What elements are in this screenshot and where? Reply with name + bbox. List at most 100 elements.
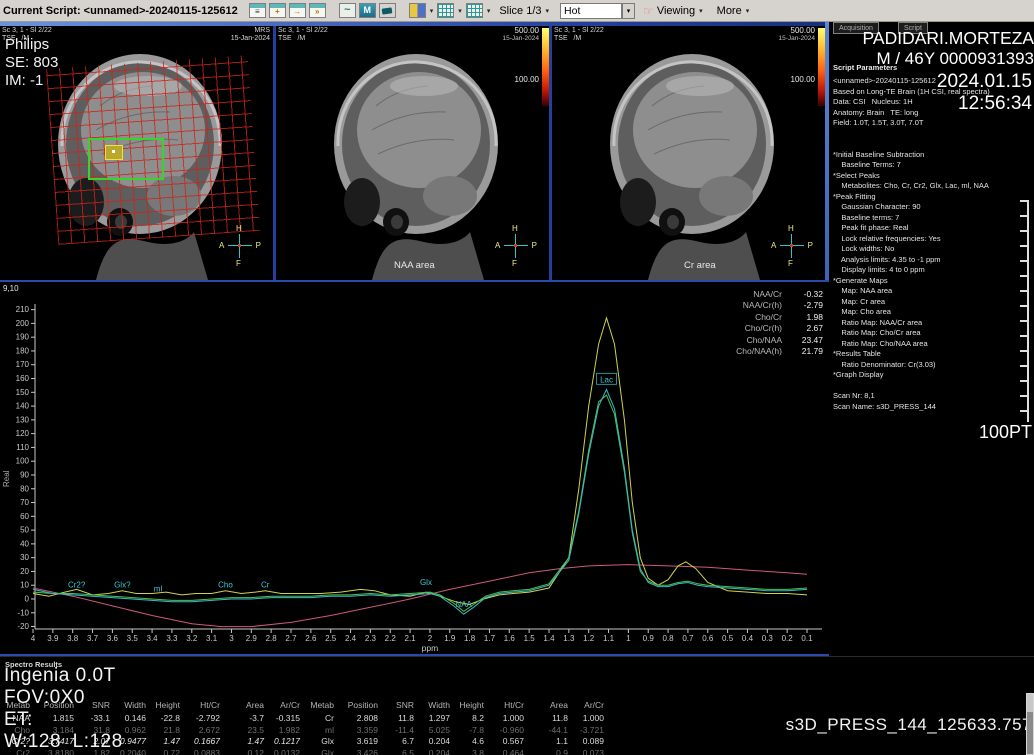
script-parameter-line: Map: Cho area	[833, 307, 1031, 318]
current-script-label: Current Script: <unnamed>-20240115-12561…	[3, 5, 246, 17]
image-layout-icon[interactable]	[437, 3, 454, 18]
x-tick-label: 2.9	[246, 634, 258, 643]
viewport-cr-map[interactable]: Sc 3, 1 - Sl 2/22TSE /M 500.00 15-Jan-20…	[552, 26, 825, 280]
script-parameter-line: Lock relative frequencies: Yes	[833, 234, 1031, 245]
script-parameter-line: Gaussian Character: 90	[833, 202, 1031, 213]
scan-date: 15-Jan-2024	[503, 35, 540, 42]
more-label: More	[717, 5, 742, 17]
column-header: Width	[112, 700, 148, 712]
table-cell: ml	[306, 725, 336, 737]
script-parameter-line: *Initial Baseline Subtraction	[833, 150, 1031, 161]
scanner-label: Ingenia 0.0T	[4, 665, 116, 687]
colorbar-min: 100.00	[515, 75, 539, 84]
x-tick-label: 3.6	[107, 634, 119, 643]
script-parameter-line: Scan Nr: 8,1	[833, 391, 1031, 402]
peak-label: Cr2?	[68, 581, 86, 590]
chevron-down-icon: ▾	[746, 7, 750, 15]
chevron-down-icon: ▾	[622, 3, 635, 19]
slice-label: Slice 1/3	[499, 5, 541, 17]
x-tick-label: 0.1	[801, 634, 813, 643]
colormap-value: Hot	[560, 3, 622, 19]
y-tick-label: 20	[20, 567, 29, 576]
image-label: IM: -1	[5, 72, 43, 89]
selected-voxel[interactable]	[105, 145, 123, 160]
ratio-value: -0.32	[789, 289, 823, 299]
spectrum-view-icon[interactable]: ~	[339, 3, 356, 18]
edit-script-icon[interactable]: ≡	[249, 3, 266, 18]
training-icon[interactable]	[379, 3, 396, 18]
more-menu[interactable]: More ▾	[712, 5, 756, 17]
insert-script-icon[interactable]: →	[289, 3, 306, 18]
y-tick-label: 110	[16, 443, 29, 452]
table-cell: -3.7	[222, 713, 266, 725]
et-label: ET:	[4, 709, 33, 731]
patient-info: M / 46Y 0000931393	[876, 49, 1034, 69]
y-axis-label: Real	[2, 470, 11, 487]
y-tick-label: 70	[20, 498, 29, 507]
colorbar-max: 500.00	[515, 26, 539, 35]
y-tick-label: 80	[20, 484, 29, 493]
script-parameter-line: Scan Name: s3D_PRESS_144	[833, 402, 1031, 413]
scrollbar[interactable]	[1026, 693, 1034, 755]
y-tick-label: 210	[16, 305, 30, 314]
table-cell: 1.982	[266, 725, 302, 737]
viewport-scout[interactable]: Sc 3, 1 - Sl 2/22TSE /M MRS15-Jan-2024 P…	[0, 26, 273, 280]
x-tick-label: 2.2	[385, 634, 397, 643]
ratio-name: NAA/Cr(h)	[743, 300, 782, 310]
table-cell: 0.1667	[182, 736, 222, 748]
export-script-icon[interactable]: »	[309, 3, 326, 18]
script-parameter-line: Baseline terms: 7	[833, 213, 1031, 224]
y-tick-label: 10	[20, 581, 29, 590]
app-window: Current Script: <unnamed>-20240115-12561…	[0, 0, 1034, 754]
script-parameter-line: Lock widths: No	[833, 244, 1031, 255]
ratio-name: Cho/Cr(h)	[745, 323, 782, 333]
column-header: Height	[148, 700, 182, 712]
spectrum-plot: 2102001901801701601501401301201101009080…	[0, 282, 829, 654]
script-parameter-line: Map: NAA area	[833, 286, 1031, 297]
fov-label: FOV:0X0	[4, 687, 85, 709]
scan-id-label: s3D_PRESS_144_125633.757	[786, 715, 1032, 735]
table-cell: 1.815	[32, 713, 76, 725]
window-level-label: W:128 L:128	[4, 731, 123, 753]
y-tick-label: 180	[16, 346, 30, 355]
x-tick-label: 1.1	[603, 634, 615, 643]
roi-box[interactable]	[88, 138, 164, 180]
series-baseline	[33, 565, 807, 627]
script-parameter-line	[833, 129, 1031, 140]
table-cell: -0.960	[486, 725, 526, 737]
ratio-row: Cho/NAA(h)21.79	[736, 346, 823, 358]
table-layout-icon[interactable]	[466, 3, 483, 18]
x-tick-label: 2.6	[305, 634, 317, 643]
layout-select-icon[interactable]	[409, 3, 426, 18]
image-layout-dropdown-arrow[interactable]: ▾	[458, 7, 462, 15]
ruler-label: 100PT	[979, 422, 1032, 443]
layout-dropdown-arrow[interactable]: ▾	[430, 7, 434, 15]
colormap-select[interactable]: Hot▾	[560, 3, 635, 19]
slice-selector[interactable]: Slice 1/3 ▾	[494, 5, 555, 17]
results-table-right: Cr2.80811.81.2978.21.00011.81.000ml3.359…	[306, 713, 606, 755]
patient-name: PADIDARI.MORTEZA	[863, 28, 1034, 49]
viewing-menu[interactable]: ☞Viewing▾	[638, 4, 709, 18]
x-tick-label: 1.3	[563, 634, 575, 643]
spectrum-viewport[interactable]: 2102001901801701601501401301201101009080…	[0, 280, 829, 656]
x-tick-label: 2	[428, 634, 433, 643]
x-tick-label: 0.4	[742, 634, 754, 643]
chevron-down-icon: ▾	[546, 7, 550, 15]
table-cell: -2.792	[182, 713, 222, 725]
table-layout-dropdown-arrow[interactable]: ▾	[487, 7, 491, 15]
table-cell: 0.089	[570, 736, 606, 748]
table-cell: 0.567	[486, 736, 526, 748]
y-tick-label: 90	[20, 470, 29, 479]
map-view-icon[interactable]: M	[359, 3, 376, 18]
x-tick-label: 3	[229, 634, 234, 643]
table-cell: 23.5	[222, 725, 266, 737]
table-cell: 8.2	[452, 713, 486, 725]
x-tick-label: 0.5	[722, 634, 734, 643]
viewport-naa-map[interactable]: Sc 3, 1 - Sl 2/22TSE /M 500.00 15-Jan-20…	[276, 26, 549, 280]
x-tick-label: 1.4	[543, 634, 555, 643]
ratio-name: Cho/Cr	[755, 312, 782, 322]
map-label: Cr area	[684, 260, 716, 271]
vendor-label: Philips	[5, 36, 49, 53]
y-tick-label: -10	[17, 608, 29, 617]
new-script-icon[interactable]: +	[269, 3, 286, 18]
